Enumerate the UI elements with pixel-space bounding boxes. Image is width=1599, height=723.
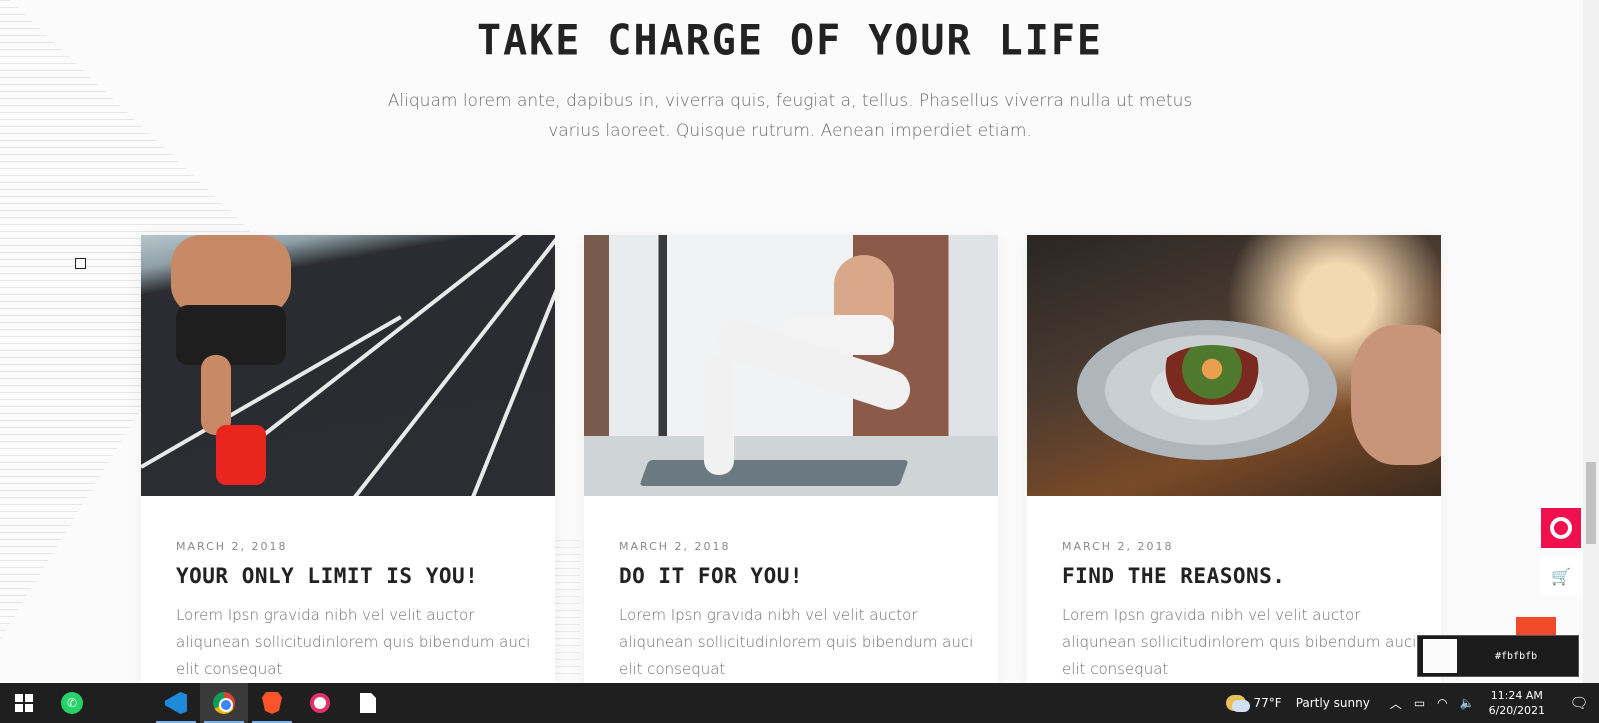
color-hex-value: #fbfbfb [1495,650,1538,662]
file-icon [360,693,376,713]
blog-card[interactable]: MARCH 2, 2018 DO IT FOR YOU! Lorem Ipsn … [584,235,998,690]
post-date: MARCH 2, 2018 [1062,540,1174,553]
post-date: MARCH 2, 2018 [176,540,288,553]
taskbar-clock[interactable]: 11:24 AM 6/20/2021 [1489,688,1545,718]
post-excerpt: Lorem Ipsn gravida nibh vel velit auctor… [176,606,531,678]
cart-button[interactable]: 🛒 [1541,556,1581,596]
section-heading: TAKE CHARGE OF YOUR LIFE [477,16,1103,66]
wifi-icon[interactable]: ◠ [1437,696,1447,710]
post-image[interactable] [1027,235,1441,496]
whatsapp-icon: ✆ [61,692,83,714]
support-chat-button[interactable] [1541,508,1581,548]
volume-icon[interactable]: 🔈 [1460,696,1475,710]
selection-handle[interactable] [75,258,86,269]
taskbar-chrome[interactable] [200,683,248,723]
weather-temp[interactable]: 77°F [1254,696,1282,710]
post-excerpt: Lorem Ipsn gravida nibh vel velit auctor… [619,606,974,678]
vscode-icon [165,692,187,714]
blog-card[interactable]: MARCH 2, 2018 FIND THE REASONS. Lorem Ip… [1027,235,1441,690]
section-subtitle: Aliquam lorem ante, dapibus in, viverra … [387,91,1193,141]
post-date: MARCH 2, 2018 [619,540,731,553]
cart-icon: 🛒 [1551,566,1571,586]
brave-icon [262,692,282,714]
taskbar-instagram[interactable] [296,683,344,723]
taskbar-brave[interactable] [248,683,296,723]
weather-icon[interactable] [1225,695,1250,712]
color-swatch [1423,639,1457,673]
post-title[interactable]: YOUR ONLY LIMIT IS YOU! [176,564,478,588]
post-title[interactable]: DO IT FOR YOU! [619,564,803,588]
chat-icon [1550,517,1572,539]
taskbar-whatsapp[interactable]: ✆ [48,683,96,723]
start-button[interactable] [0,683,48,723]
post-image[interactable] [141,235,555,496]
blog-card[interactable]: MARCH 2, 2018 YOUR ONLY LIMIT IS YOU! Lo… [141,235,555,690]
system-tray: 77°F Partly sunny ︿ ▭ ◠ 🔈 11:24 AM 6/20/… [1225,683,1599,723]
clock-date: 6/20/2021 [1488,704,1545,717]
color-picker-tooltip: #fbfbfb [1417,635,1579,677]
taskbar-file[interactable] [344,683,392,723]
notification-button[interactable]: 🗨 [1559,683,1599,723]
post-excerpt: Lorem Ipsn gravida nibh vel velit auctor… [1062,606,1417,678]
notification-icon: 🗨 [1569,694,1589,712]
post-title[interactable]: FIND THE REASONS. [1062,564,1285,588]
weather-text[interactable]: Partly sunny [1296,696,1370,710]
windows-taskbar: ✆ 77°F Partly sunny ︿ ▭ ◠ 🔈 11:24 AM 6/2… [0,683,1599,723]
taskbar-vscode[interactable] [152,683,200,723]
page-scrollbar[interactable] [1583,0,1599,683]
windows-icon [15,694,33,712]
battery-icon[interactable]: ▭ [1414,696,1425,710]
post-image[interactable] [584,235,998,496]
chevron-up-icon[interactable]: ︿ [1390,695,1402,712]
instagram-icon [310,693,330,713]
scrollbar-thumb[interactable] [1586,462,1596,544]
clock-time: 11:24 AM [1490,689,1543,702]
chrome-icon [213,692,235,714]
